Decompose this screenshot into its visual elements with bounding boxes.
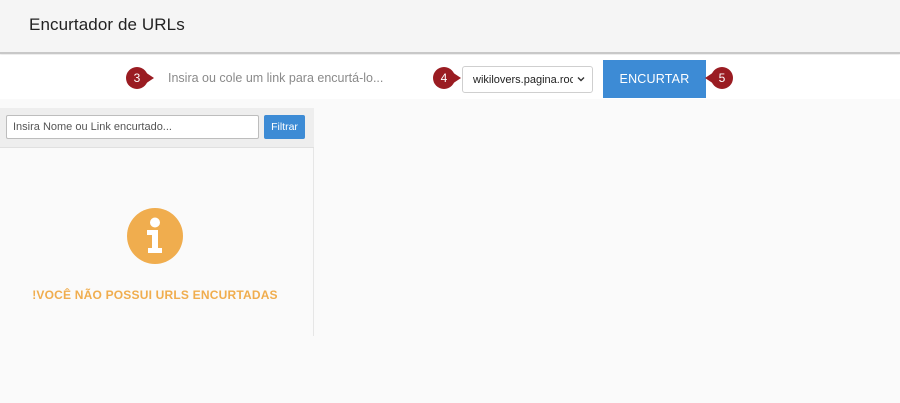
empty-state-message: !VOCÊ NÃO POSSUI URLS ENCURTADAS — [32, 288, 278, 302]
shorten-button[interactable]: ENCURTAR — [603, 60, 706, 98]
step-marker-3: 3 — [126, 67, 154, 89]
filter-input[interactable] — [6, 115, 259, 139]
step-marker-4: 4 — [433, 67, 461, 89]
filter-button[interactable]: Filtrar — [264, 115, 305, 139]
step-marker-number: 5 — [711, 67, 733, 89]
links-panel: Filtrar !VOCÊ NÃO POSSUI URLS ENCURTADAS — [0, 108, 314, 336]
app-header: Encurtador de URLs — [0, 0, 900, 54]
domain-select-value: wikilovers.pagina.rocks — [473, 73, 573, 86]
page-title: Encurtador de URLs — [29, 15, 185, 34]
chevron-down-icon — [577, 77, 585, 82]
shorten-toolbar: 3 4 wikilovers.pagina.rocks ENCURTAR 5 — [0, 55, 900, 99]
step-marker-5: 5 — [705, 67, 733, 89]
url-input[interactable] — [158, 65, 448, 91]
domain-select[interactable]: wikilovers.pagina.rocks — [462, 66, 593, 93]
filter-bar: Filtrar — [0, 108, 314, 148]
info-icon — [127, 208, 183, 264]
